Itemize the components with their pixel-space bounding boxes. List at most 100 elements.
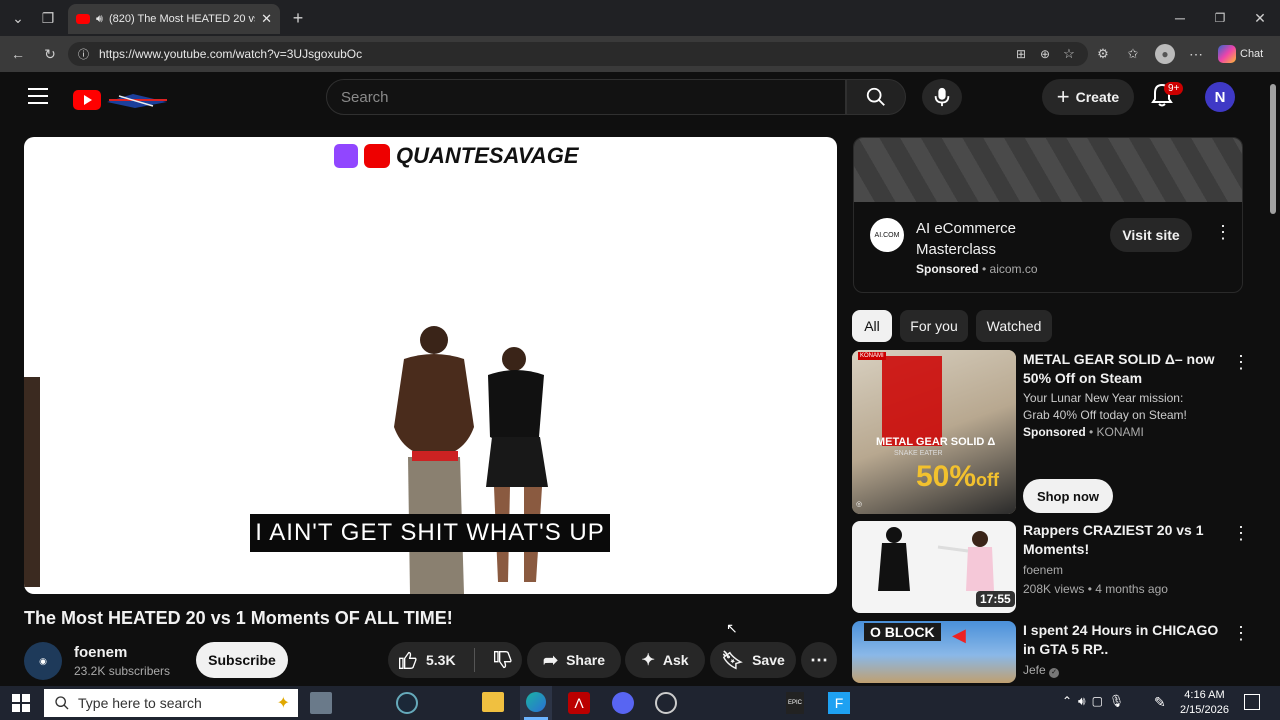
video-player[interactable]: QUANTESAVAGE I AIN'T GET SHIT WHAT'S UP bbox=[24, 137, 837, 594]
video-thumbnail[interactable]: O BLOCK ◀ bbox=[852, 621, 1016, 683]
epic-games-icon[interactable]: EPIC bbox=[786, 692, 804, 714]
chip-for-you[interactable]: For you bbox=[900, 310, 968, 342]
audio-playing-icon[interactable]: 🔊︎ bbox=[96, 13, 103, 26]
tab-title: (820) The Most HEATED 20 vs bbox=[108, 13, 256, 25]
address-bar[interactable]: ⓘ https://www.youtube.com/watch?v=3UJsgo… bbox=[68, 42, 1088, 66]
steam-taskbar-icon[interactable] bbox=[396, 692, 418, 714]
search-input[interactable]: Search bbox=[326, 79, 846, 115]
card-kebab-icon[interactable]: ⋮ bbox=[1232, 352, 1250, 373]
card-meta: 208K views • 4 months ago bbox=[1023, 582, 1168, 596]
tab-actions-icon[interactable]: ⌄ bbox=[8, 8, 28, 28]
system-tray-icons[interactable]: ⌃🔊︎▢🎙︎ bbox=[1062, 694, 1130, 709]
video-thumbnail[interactable]: 17:55 bbox=[852, 521, 1016, 613]
video-title: The Most HEATED 20 vs 1 Moments OF ALL T… bbox=[24, 608, 453, 628]
microphone-icon bbox=[934, 87, 950, 107]
card-kebab-icon[interactable]: ⋮ bbox=[1232, 623, 1250, 644]
card-advertiser: KONAMI bbox=[1096, 425, 1144, 439]
subscribe-button[interactable]: Subscribe bbox=[196, 642, 288, 678]
taskbar-search-input[interactable]: Type here to search ✦ bbox=[44, 689, 298, 717]
copilot-chat-button[interactable]: Chat bbox=[1218, 44, 1274, 64]
clock-date: 2/15/2026 bbox=[1180, 704, 1229, 716]
new-tab-icon[interactable]: + bbox=[288, 8, 308, 28]
app-a-icon[interactable]: Λ bbox=[568, 692, 590, 714]
favorite-star-icon[interactable]: ☆ bbox=[1060, 44, 1078, 64]
windows-start-icon[interactable] bbox=[12, 694, 30, 712]
extensions-icon[interactable]: ⚙ bbox=[1094, 44, 1112, 64]
share-icon: ➦ bbox=[542, 649, 559, 670]
site-info-icon[interactable]: ⓘ bbox=[78, 46, 89, 62]
recommended-video[interactable]: 17:55 Rappers CRAZIEST 20 vs 1 Moments! … bbox=[852, 521, 1252, 613]
visit-site-button[interactable]: Visit site bbox=[1110, 218, 1192, 252]
create-button[interactable]: + Create bbox=[1042, 79, 1134, 115]
more-actions-icon[interactable]: ⋯ bbox=[801, 642, 837, 678]
shop-now-button[interactable]: Shop now bbox=[1023, 479, 1113, 513]
card-channel[interactable]: Jefe bbox=[1023, 663, 1046, 677]
pen-icon[interactable]: ✎ bbox=[1154, 694, 1166, 711]
chip-watched[interactable]: Watched bbox=[976, 310, 1052, 342]
chip-all[interactable]: All bbox=[852, 310, 892, 342]
reload-icon[interactable]: ↻ bbox=[40, 44, 60, 64]
search-button[interactable] bbox=[846, 79, 906, 115]
like-button[interactable]: 5.3K bbox=[398, 650, 456, 670]
card-channel-row: Jefe ✓ bbox=[1023, 663, 1060, 678]
chat-label: Chat bbox=[1240, 48, 1264, 60]
channel-avatar[interactable]: ◉ bbox=[24, 642, 62, 680]
ad-kebab-icon[interactable]: ⋮ bbox=[1214, 222, 1232, 243]
youtube-header: Search + Create 9+ N bbox=[0, 72, 1266, 128]
favorites-icon[interactable]: ✩ bbox=[1124, 44, 1142, 64]
thumb-game-sub: SNAKE EATER bbox=[894, 450, 943, 457]
app-available-icon[interactable]: ⊞ bbox=[1012, 44, 1030, 64]
share-button[interactable]: ➦ Share bbox=[527, 642, 621, 678]
voice-search-button[interactable] bbox=[922, 79, 962, 115]
edge-taskbar-slot[interactable] bbox=[520, 686, 552, 720]
card-title[interactable]: I spent 24 Hours in CHICAGO in GTA 5 RP.… bbox=[1023, 621, 1223, 659]
close-tab-icon[interactable]: ✕ bbox=[261, 11, 272, 27]
restore-icon[interactable]: ❐ bbox=[1210, 8, 1230, 28]
ad-domain: aicom.co bbox=[989, 262, 1038, 276]
scrollbar-thumb[interactable] bbox=[1270, 84, 1276, 214]
file-explorer-icon[interactable] bbox=[482, 692, 504, 712]
sponsored-ad-card[interactable]: AI.COM AI eCommerce Masterclass Sponsore… bbox=[853, 137, 1243, 293]
ad-banner bbox=[854, 138, 1242, 202]
youtube-logo[interactable] bbox=[73, 88, 169, 112]
metal-gear-thumbnail[interactable]: KONAMI METAL GEAR SOLID Δ SNAKE EATER 50… bbox=[852, 350, 1016, 514]
menu-icon[interactable] bbox=[28, 88, 48, 104]
discord-icon[interactable] bbox=[612, 692, 634, 714]
ask-label: Ask bbox=[662, 652, 689, 668]
zoom-icon[interactable]: ⊕ bbox=[1036, 44, 1054, 64]
app-f-icon[interactable]: F bbox=[828, 692, 850, 714]
taskbar-app-icon[interactable] bbox=[310, 692, 332, 714]
browser-tab-bar: ⌄ ❐ 🔊︎ (820) The Most HEATED 20 vs ✕ + ─… bbox=[0, 0, 1280, 36]
recommended-ad-metal-gear[interactable]: KONAMI METAL GEAR SOLID Δ SNAKE EATER 50… bbox=[852, 350, 1252, 514]
youtube-favicon-icon bbox=[76, 14, 90, 24]
save-button[interactable]: 🔖︎ Save bbox=[710, 642, 796, 678]
more-menu-icon[interactable]: ⋯ bbox=[1186, 44, 1206, 64]
card-title[interactable]: METAL GEAR SOLID Δ– now 50% Off on Steam bbox=[1023, 350, 1223, 388]
back-icon[interactable]: ← bbox=[8, 44, 28, 64]
card-sponsored-label: Sponsored bbox=[1023, 425, 1086, 439]
url-text: https://www.youtube.com/watch?v=3UJsgoxu… bbox=[99, 47, 363, 61]
notification-center-icon[interactable] bbox=[1244, 694, 1260, 710]
thumbs-down-icon[interactable] bbox=[493, 650, 513, 670]
ad-title[interactable]: AI eCommerce Masterclass bbox=[916, 218, 1096, 260]
page-scrollbar[interactable] bbox=[1266, 72, 1280, 686]
card-channel[interactable]: foenem bbox=[1023, 563, 1063, 577]
obs-icon[interactable] bbox=[655, 692, 677, 714]
edge-icon bbox=[526, 692, 546, 712]
tab-youtube[interactable]: 🔊︎ (820) The Most HEATED 20 vs ✕ bbox=[68, 4, 280, 34]
close-window-icon[interactable]: ✕ bbox=[1250, 8, 1270, 28]
recommended-video[interactable]: O BLOCK ◀ I spent 24 Hours in CHICAGO in… bbox=[852, 621, 1252, 683]
workspaces-icon[interactable]: ❐ bbox=[38, 8, 58, 28]
card-kebab-icon[interactable]: ⋮ bbox=[1232, 523, 1250, 544]
channel-name[interactable]: foenem bbox=[74, 644, 127, 661]
profile-icon[interactable]: ● bbox=[1155, 44, 1175, 64]
ask-button[interactable]: ✦ Ask bbox=[625, 642, 705, 678]
video-caption: I AIN'T GET SHIT WHAT'S UP bbox=[250, 514, 610, 552]
taskbar-clock[interactable]: 4:16 AM 2/15/2026 bbox=[1180, 688, 1229, 718]
verified-icon: ✓ bbox=[1049, 668, 1060, 678]
search-placeholder: Search bbox=[341, 88, 389, 106]
card-title[interactable]: Rappers CRAZIEST 20 vs 1 Moments! bbox=[1023, 521, 1223, 559]
minimize-icon[interactable]: ─ bbox=[1170, 8, 1190, 28]
copilot-icon bbox=[1218, 45, 1236, 63]
account-avatar[interactable]: N bbox=[1205, 82, 1235, 112]
